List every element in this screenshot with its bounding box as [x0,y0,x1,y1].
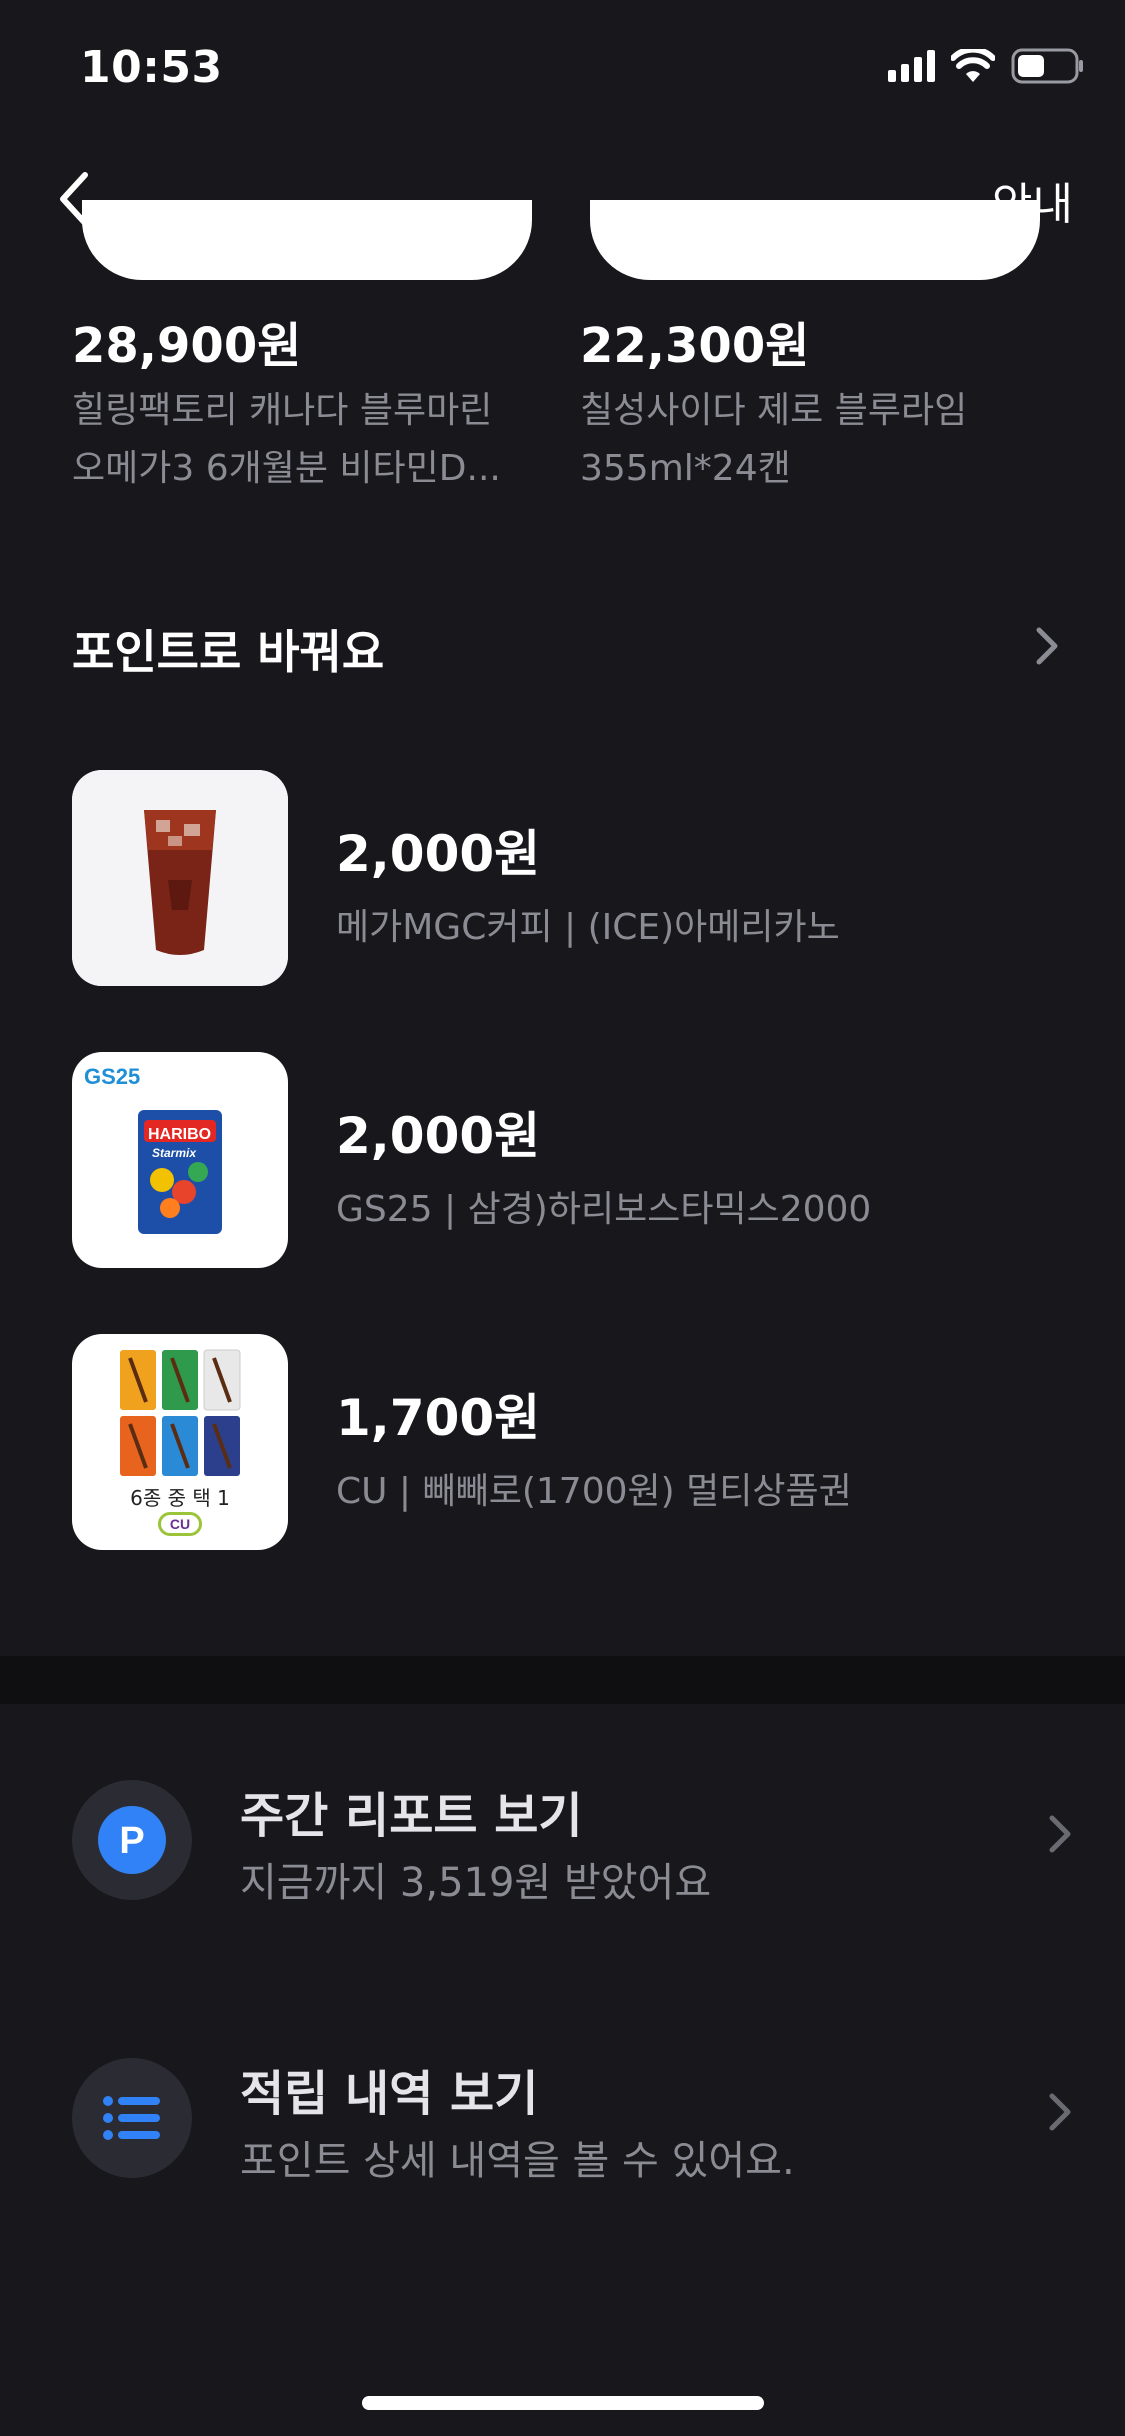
product-price: 2,000원 [336,825,541,883]
cu-logo: CU [158,1512,202,1536]
product-price: 28,900원 [72,318,302,374]
list-icon [103,2096,160,2140]
coffee-thumbnail [72,770,288,986]
list-icon-circle [72,2058,192,2178]
product-price: 2,000원 [336,1107,541,1165]
product-price: 1,700원 [336,1389,541,1447]
product-name: CU | 빼빼로(1700원) 멀티상품권 [336,1471,852,1512]
pepero-thumbnail: 6종 중 택 1 CU [72,1334,288,1550]
chevron-right-icon [1036,627,1058,665]
list-item[interactable]: GS25 HARIBO Starmix 2,000원 GS25 | 삼경)하리보… [72,1052,1072,1268]
wifi-icon [951,49,995,82]
point-p-icon: P [98,1806,166,1874]
thumb-caption: 6종 중 택 1 [130,1486,230,1510]
cellular-signal-icon [888,50,935,82]
section-title: 포인트로 바꿔요 [72,625,385,679]
iced-coffee-image [72,770,288,986]
screen: 10:53 안내 28,900원 힐링팩토리 캐나다 블루마린 오메가3 6개월… [0,0,1125,2436]
product-name[interactable]: 칠성사이다 제로 블루라임 355ml*24캔 [580,382,1020,498]
menu-title: 적립 내역 보기 [240,2066,539,2122]
pepero-boxes-image [120,1349,241,1476]
product-thumbnail[interactable] [82,200,532,280]
point-history-row[interactable]: 적립 내역 보기 포인트 상세 내역을 볼 수 있어요. [72,2054,1072,2184]
menu-subtitle: 포인트 상세 내역을 볼 수 있어요. [240,2138,795,2184]
svg-text:P: P [119,1820,144,1862]
chevron-right-icon [1048,1814,1072,1858]
gs25-logo: GS25 [84,1064,141,1089]
battery-icon [1011,48,1083,84]
home-indicator[interactable] [362,2396,764,2410]
haribo-sub: Starmix [152,1146,197,1160]
product-price: 22,300원 [580,318,810,374]
list-item[interactable]: 6종 중 택 1 CU 1,700원 CU | 빼빼로(1700원) 멀티상품권 [72,1334,1072,1550]
product-thumbnail[interactable] [590,200,1040,280]
list-item[interactable]: 2,000원 메가MGC커피 | (ICE)아메리카노 [72,770,1072,986]
point-icon-circle: P [72,1780,192,1900]
haribo-logo: HARIBO [148,1126,212,1143]
weekly-report-row[interactable]: P 주간 리포트 보기 지금까지 3,519원 받았어요 [72,1776,1072,1906]
menu-title: 주간 리포트 보기 [240,1788,583,1844]
chevron-right-icon [1048,2092,1072,2136]
product-name: GS25 | 삼경)하리보스타믹스2000 [336,1189,872,1230]
status-icons [888,48,1085,84]
status-time: 10:53 [80,42,223,93]
product-name: 메가MGC커피 | (ICE)아메리카노 [336,907,840,948]
menu-subtitle: 지금까지 3,519원 받았어요 [240,1860,712,1906]
section-more-button[interactable] [1035,626,1059,670]
product-name[interactable]: 힐링팩토리 캐나다 블루마린 오메가3 6개월분 비타민D... [72,382,512,498]
section-divider [0,1656,1125,1704]
haribo-thumbnail: GS25 HARIBO Starmix [72,1052,288,1268]
